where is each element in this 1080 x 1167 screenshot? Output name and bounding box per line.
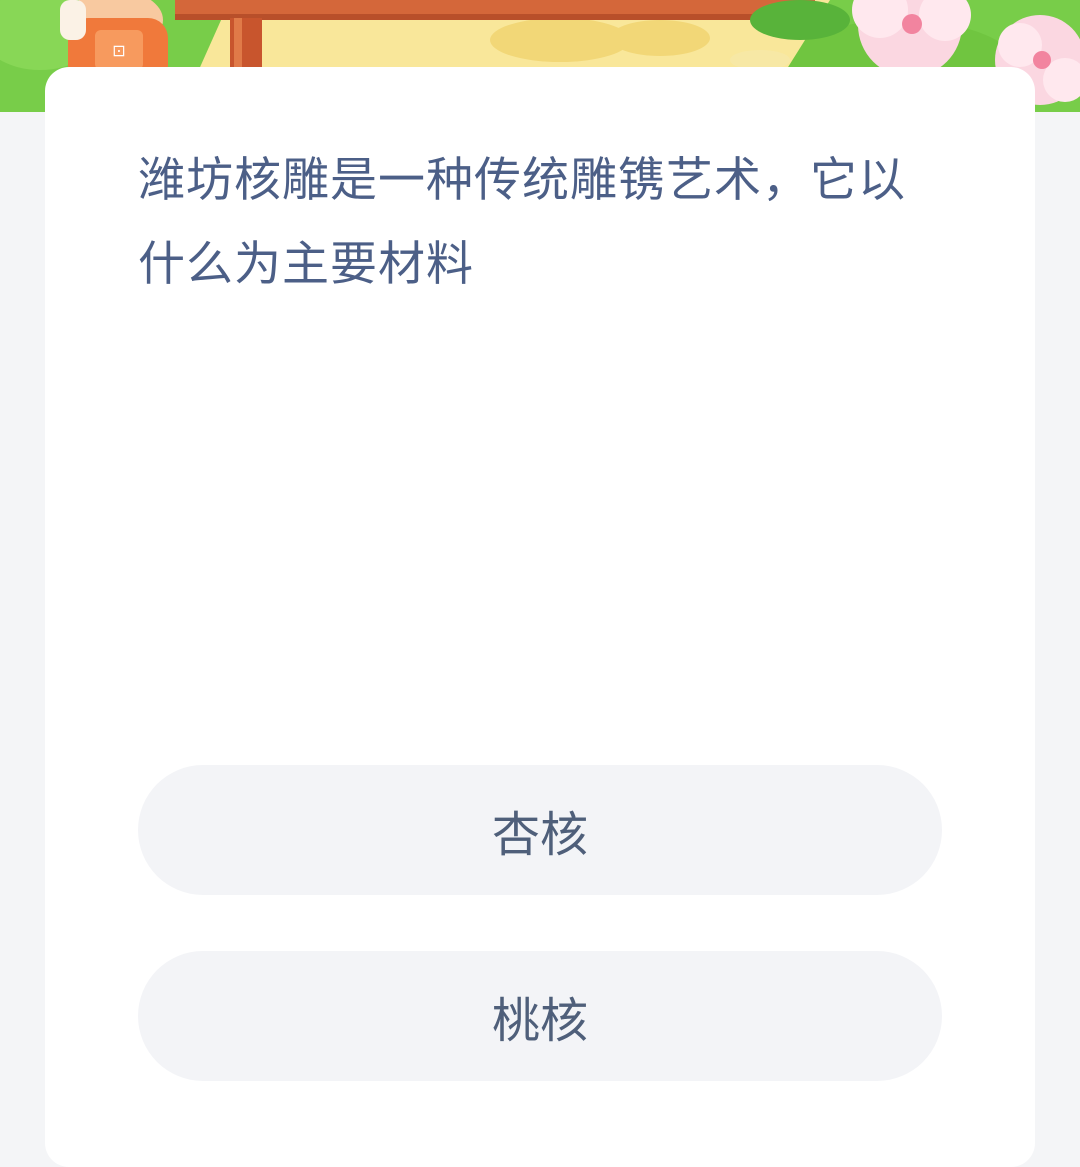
answer-option-2[interactable]: 桃核	[138, 951, 942, 1081]
answer-option-1-label: 杏核	[491, 807, 588, 863]
answer-option-1[interactable]: 杏核	[138, 765, 942, 895]
question-text: 潍坊核雕是一种传统雕镌艺术，它以什么为主要材料	[138, 153, 906, 292]
svg-text:⊡: ⊡	[112, 41, 125, 60]
question-card: 潍坊核雕是一种传统雕镌艺术，它以什么为主要材料 杏核 桃核	[45, 67, 1035, 1167]
answer-option-2-label: 桃核	[491, 993, 588, 1049]
